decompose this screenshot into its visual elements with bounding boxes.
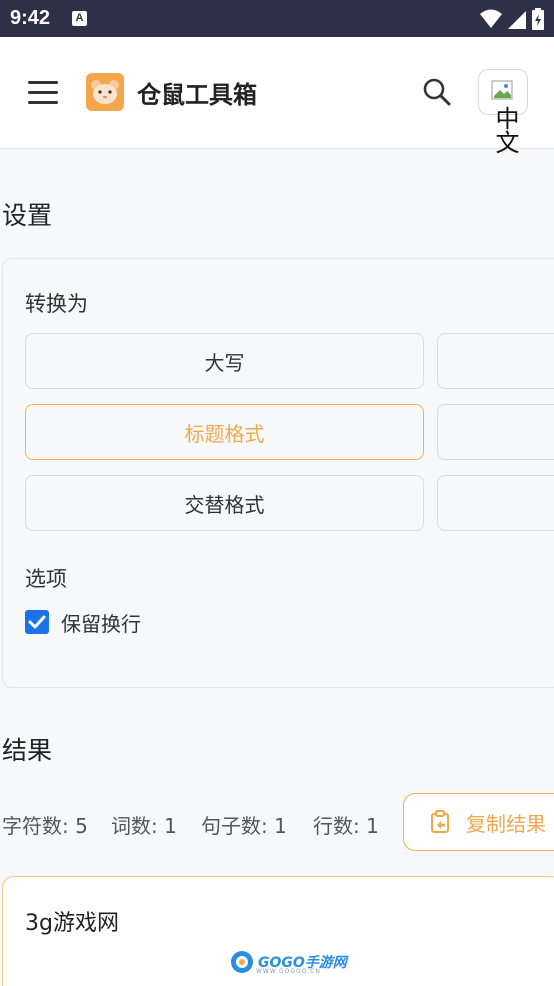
app-header: 仓鼠工具箱 bbox=[0, 37, 554, 149]
option-button[interactable] bbox=[437, 404, 554, 460]
hamster-logo bbox=[86, 73, 124, 111]
option-button[interactable] bbox=[437, 333, 554, 389]
keep-linebreaks-label: 保留换行 bbox=[61, 612, 141, 636]
convert-to-label: 转换为 bbox=[25, 292, 88, 316]
menu-icon-bar bbox=[28, 81, 58, 84]
word-count: 词数: 1 bbox=[111, 814, 177, 838]
language-label: 中文 bbox=[491, 106, 519, 154]
option-button[interactable] bbox=[437, 475, 554, 531]
broken-image-icon bbox=[491, 80, 513, 100]
status-time: 9:42 bbox=[10, 7, 51, 29]
option-title-case[interactable]: 标题格式 bbox=[25, 404, 424, 460]
settings-title: 设置 bbox=[2, 201, 53, 230]
copy-result-button[interactable]: 复制结果 bbox=[403, 793, 554, 851]
menu-icon-bar bbox=[28, 101, 58, 104]
battery-icon bbox=[532, 8, 544, 30]
status-icons bbox=[480, 8, 544, 30]
clipboard-icon bbox=[431, 810, 449, 833]
watermark-logo-icon bbox=[231, 951, 253, 973]
sentence-count: 句子数: 1 bbox=[201, 814, 287, 838]
keep-linebreaks-checkbox[interactable] bbox=[25, 610, 49, 634]
app-title: 仓鼠工具箱 bbox=[137, 81, 257, 109]
wifi-icon bbox=[480, 9, 502, 28]
notification-icon: A bbox=[72, 11, 87, 26]
line-count: 行数: 1 bbox=[313, 814, 379, 838]
menu-button[interactable] bbox=[28, 81, 58, 105]
copy-result-label: 复制结果 bbox=[466, 811, 546, 836]
watermark-domain: WWW.GOGOO.CN bbox=[256, 968, 321, 975]
results-title: 结果 bbox=[2, 736, 53, 765]
options-label: 选项 bbox=[25, 567, 67, 591]
option-alternating-case[interactable]: 交替格式 bbox=[25, 475, 424, 531]
checkmark-icon bbox=[28, 615, 46, 629]
result-output-text: 3g游戏网 bbox=[25, 911, 119, 936]
menu-icon-bar bbox=[28, 91, 58, 94]
option-uppercase[interactable]: 大写 bbox=[25, 333, 424, 389]
search-icon bbox=[423, 78, 451, 106]
watermark: GOGO手游网 WWW.GOGOO.CN bbox=[230, 950, 347, 975]
status-bar: 9:42 A bbox=[0, 0, 554, 37]
signal-icon bbox=[508, 11, 526, 29]
search-button[interactable] bbox=[422, 77, 452, 107]
char-count: 字符数: 5 bbox=[2, 814, 88, 838]
